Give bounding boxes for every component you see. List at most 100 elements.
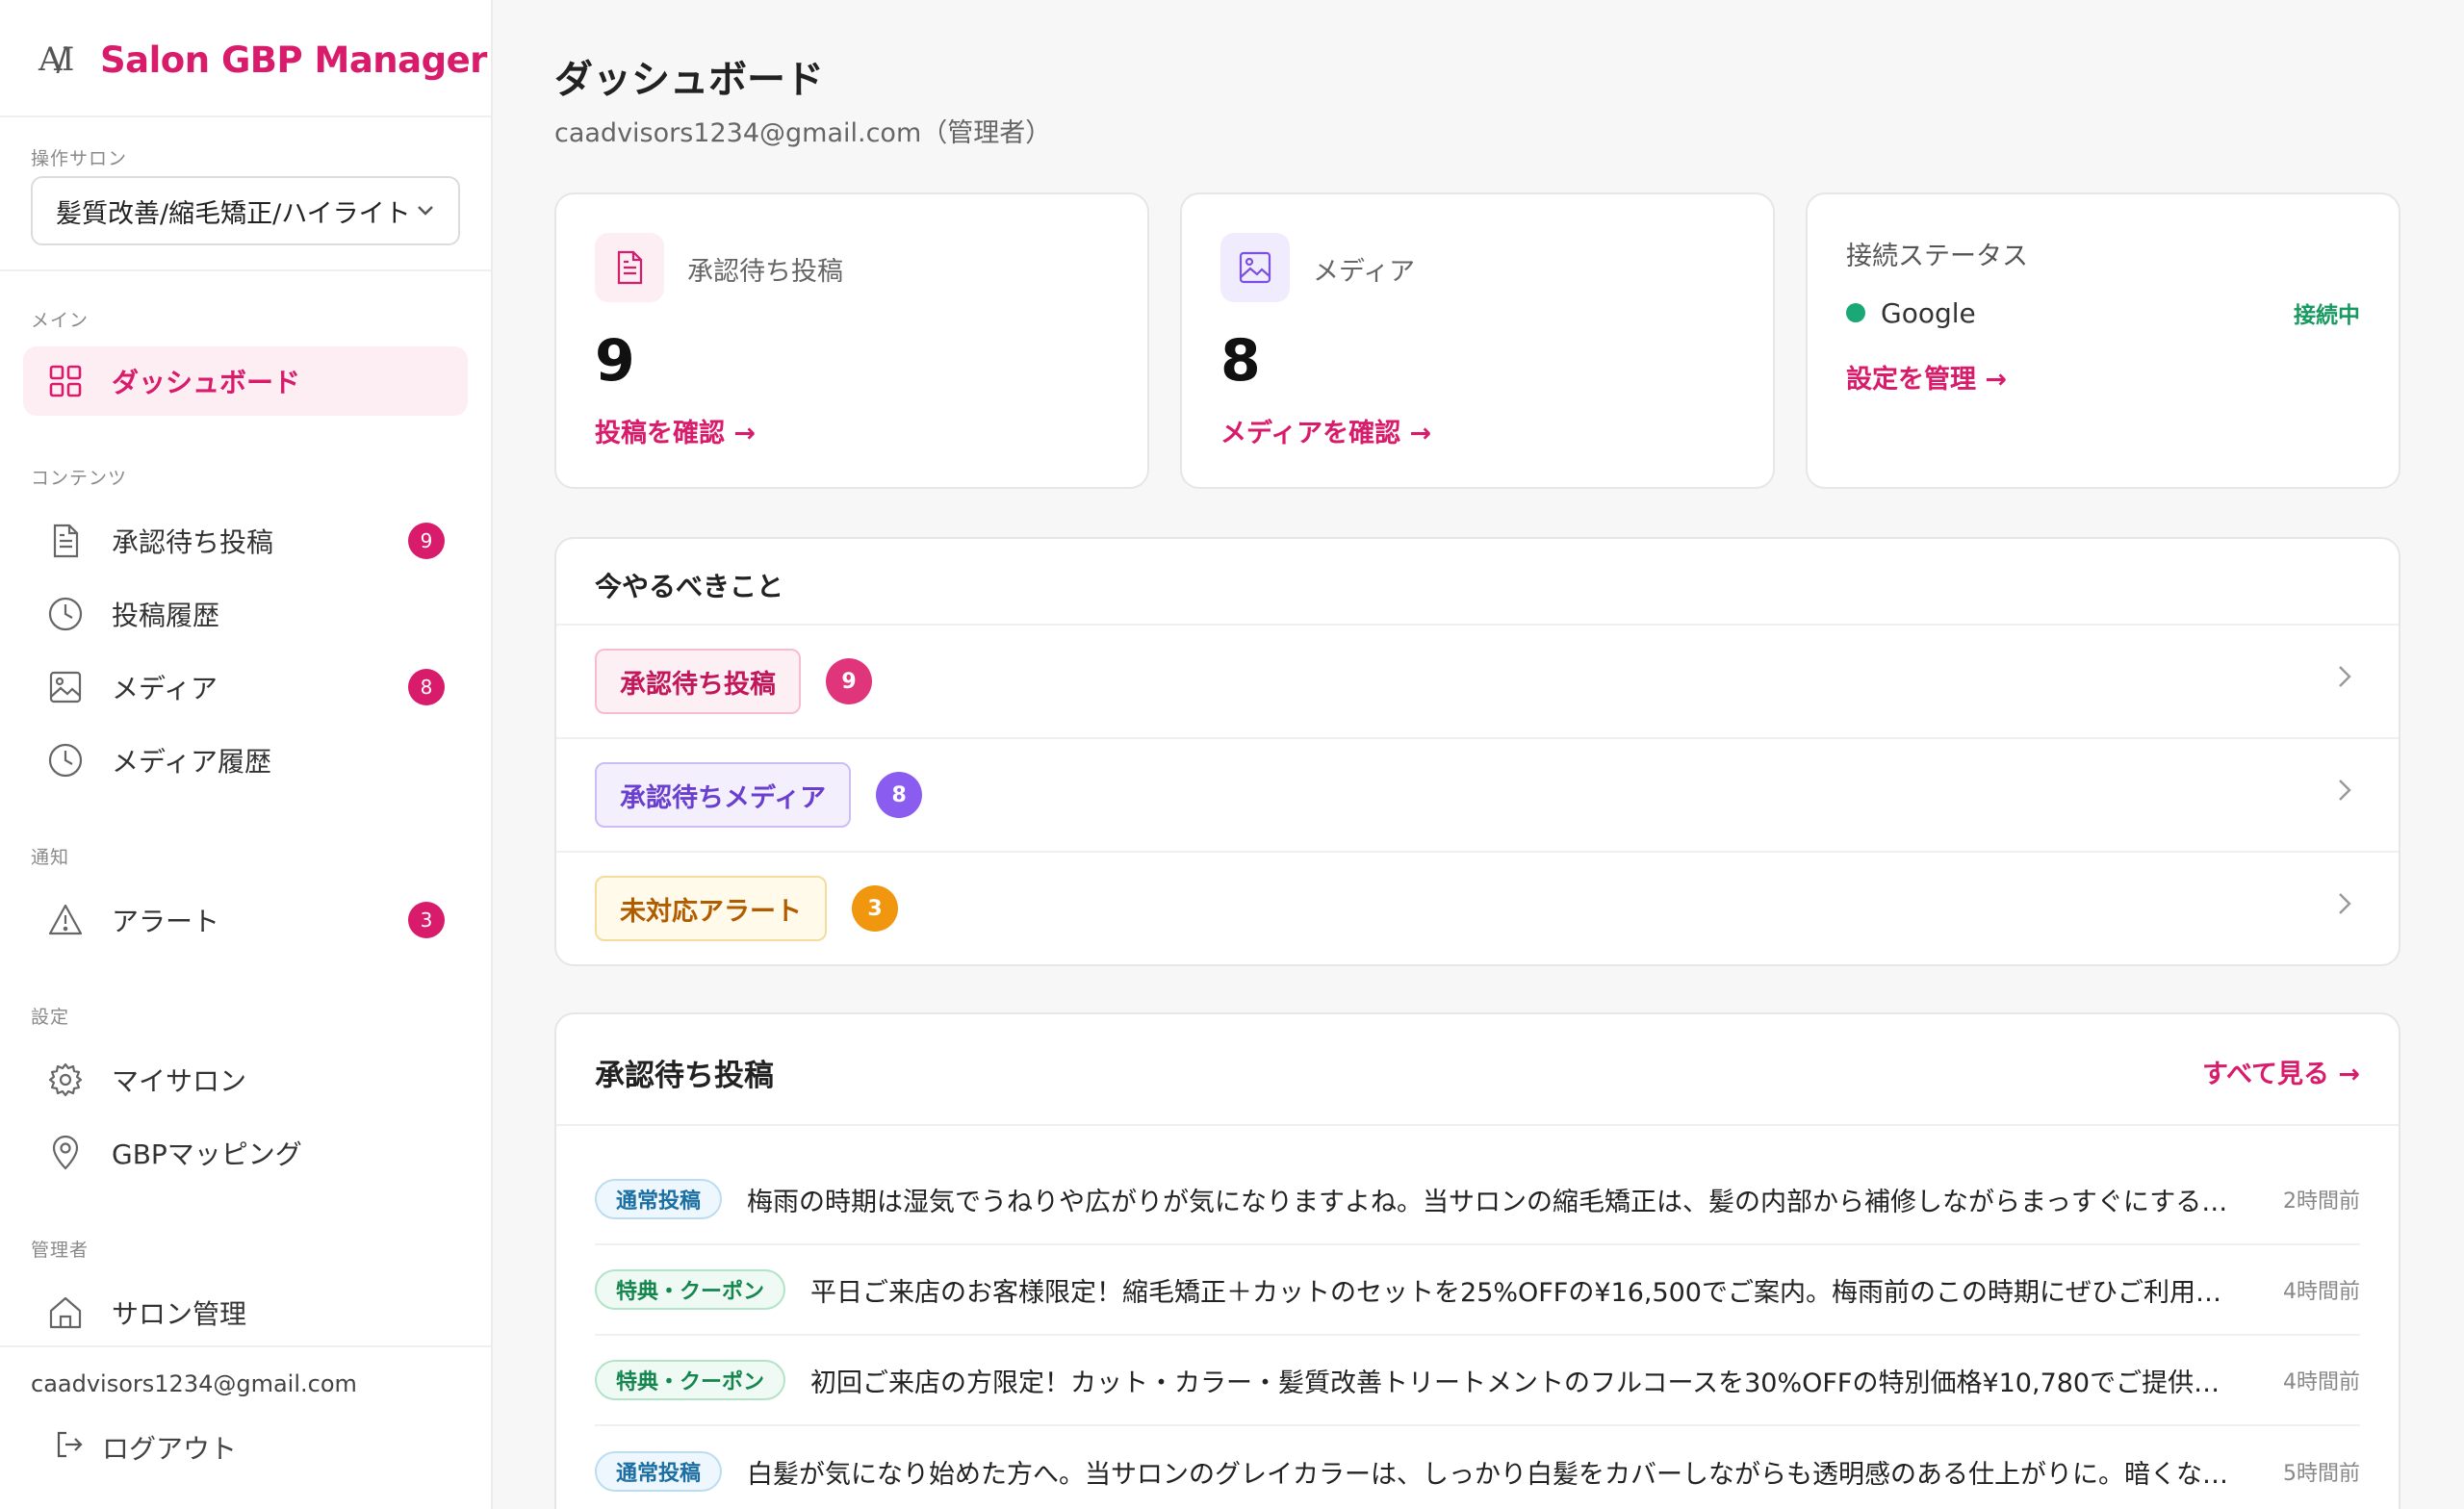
stat-card-pending-posts: 承認待ち投稿 9 投稿を確認 → [554,192,1149,489]
sidebar: A/I Salon GBP Manager 操作サロン 髪質改善/縮毛矯正/ハイ… [0,0,493,1509]
post-time: 5時間前 [2283,1462,2360,1486]
brand-logo: A/I [38,40,74,79]
todo-item-open-alerts[interactable]: 未対応アラート 3 [556,851,2399,964]
todo-pill: 承認待ちメディア [595,762,852,828]
salon-select[interactable]: 髪質改善/縮毛矯正/ハイライト [31,176,460,245]
count-badge: 9 [826,658,872,704]
sidebar-item-label: ダッシュボード [112,367,301,398]
brand-name: Salon GBP Manager [100,38,487,81]
sidebar-item-my-salon[interactable]: マイサロン [23,1045,468,1114]
section-label-content: コンテンツ [31,468,128,489]
count-badge: 3 [408,902,445,938]
todo-item-pending-media[interactable]: 承認待ちメディア 8 [556,737,2399,851]
post-time: 4時間前 [2283,1280,2360,1304]
connection-status-card: 接続ステータス Google 接続中 設定を管理 → [1806,192,2400,489]
sidebar-item-label: メディア履歴 [112,746,272,778]
todo-item-pending-posts[interactable]: 承認待ち投稿 9 [556,624,2399,737]
count-badge: 8 [408,669,445,705]
sidebar-item-alerts[interactable]: アラート 3 [23,885,468,955]
view-all-link[interactable]: すべて見る → [2202,1053,2360,1090]
sidebar-item-label: アラート [112,906,220,937]
pending-posts-card: 承認待ち投稿 すべて見る → 通常投稿 梅雨の時期は湿気でうねりや広がりが気にな… [554,1012,2400,1509]
count-badge: 9 [408,523,445,559]
sidebar-item-media[interactable]: メディア 8 [23,652,468,722]
section-label-admin: 管理者 [31,1240,90,1261]
view-media-link[interactable]: メディアを確認 → [1220,412,1431,449]
stat-value: 9 [595,327,635,395]
connection-row: Google 接続中 [1846,296,2360,329]
chevron-right-icon [2337,774,2352,812]
home-icon [46,1293,85,1332]
post-text: 梅雨の時期は湿気でうねりや広がりが気になりますよね。当サロンの縮毛矯正は、髪の内… [747,1187,2245,1217]
sidebar-item-pending-posts[interactable]: 承認待ち投稿 9 [23,506,468,575]
sidebar-item-media-history[interactable]: メディア履歴 [23,726,468,795]
post-row[interactable]: 通常投稿 白髪が気になり始めた方へ。当サロンのグレイカラーは、しっかり白髪をカバ… [595,1426,2360,1509]
sidebar-item-dashboard[interactable]: ダッシュボード [23,346,468,416]
sidebar-item-post-history[interactable]: 投稿履歴 [23,579,468,649]
clock-icon [46,741,85,780]
sidebar-item-label: サロン管理 [112,1298,247,1330]
salon-select-value: 髪質改善/縮毛矯正/ハイライト [56,198,410,229]
post-text: 初回ご来店の方限定！カット・カラー・髪質改善トリートメントのフルコースを30%O… [810,1368,2245,1398]
logout-label: ログアウト [102,1433,238,1465]
sidebar-item-label: 投稿履歴 [112,600,220,631]
chevron-right-icon [2337,660,2352,699]
post-type-badge: 通常投稿 [595,1451,723,1492]
stat-label: メディア [1313,257,1416,287]
sidebar-item-label: 承認待ち投稿 [112,526,274,558]
todo-card: 今やるべきこと 承認待ち投稿 9 承認待ちメディア 8 未対応アラート 3 [554,537,2400,966]
chevron-down-icon [416,199,435,223]
todo-pill: 未対応アラート [595,876,827,941]
post-type-badge: 特典・クーポン [595,1360,786,1400]
gear-icon [46,1061,85,1099]
post-type-badge: 通常投稿 [595,1179,723,1219]
salon-selector-label: 操作サロン [31,148,128,169]
sidebar-item-gbp-mapping[interactable]: GBPマッピング [23,1118,468,1188]
post-text: 白髪が気になり始めた方へ。当サロンのグレイカラーは、しっかり白髪をカバーしながら… [747,1459,2245,1490]
post-row[interactable]: 特典・クーポン 初回ご来店の方限定！カット・カラー・髪質改善トリートメントのフル… [595,1336,2360,1426]
manage-settings-link[interactable]: 設定を管理 → [1846,358,2007,396]
stat-value: 8 [1220,327,1261,395]
sidebar-item-salon-admin[interactable]: サロン管理 [23,1278,468,1347]
clock-icon [46,595,85,633]
count-badge: 8 [876,772,923,818]
document-icon [46,522,85,560]
todo-pill: 承認待ち投稿 [595,649,801,714]
divider [556,1124,2399,1126]
document-icon [595,233,664,302]
post-time: 4時間前 [2283,1370,2360,1394]
sidebar-item-label: GBPマッピング [112,1138,302,1170]
logout-button[interactable]: ログアウト [54,1428,237,1467]
post-text: 平日ご来店のお客様限定！縮毛矯正＋カットのセットを25%OFFの¥16,500で… [810,1277,2245,1308]
post-row[interactable]: 通常投稿 梅雨の時期は湿気でうねりや広がりが気になりますよね。当サロンの縮毛矯正… [595,1155,2360,1245]
page-title: ダッシュボード [554,58,824,102]
post-time: 2時間前 [2283,1189,2360,1214]
chevron-right-icon [2337,887,2352,926]
view-posts-link[interactable]: 投稿を確認 → [595,412,756,449]
brand[interactable]: A/I Salon GBP Manager [38,35,487,85]
status-badge: 接続中 [2294,303,2360,328]
divider [0,1345,491,1347]
section-label-notify: 通知 [31,847,70,868]
divider [0,269,491,271]
connection-service: Google [1881,296,1976,329]
stat-card-media: メディア 8 メディアを確認 → [1180,192,1775,489]
section-label-main: メイン [31,310,90,331]
image-icon [46,668,85,706]
connection-title: 接続ステータス [1846,242,2028,271]
image-icon [1220,233,1290,302]
section-label-settings: 設定 [31,1007,70,1028]
map-pin-icon [46,1134,85,1172]
stat-label: 承認待ち投稿 [687,257,843,287]
post-row[interactable]: 特典・クーポン 平日ご来店のお客様限定！縮毛矯正＋カットのセットを25%OFFの… [595,1245,2360,1336]
user-email: caadvisors1234@gmail.com [31,1370,357,1397]
todo-title: 今やるべきこと [595,571,784,602]
page-subtitle: caadvisors1234@gmail.com（管理者） [554,118,1052,148]
divider [0,115,491,117]
warning-icon [46,901,85,939]
logout-icon [54,1429,85,1467]
section-title: 承認待ち投稿 [595,1059,774,1093]
post-type-badge: 特典・クーポン [595,1269,786,1310]
sidebar-item-label: マイサロン [112,1065,247,1097]
sidebar-item-label: メディア [112,673,218,704]
